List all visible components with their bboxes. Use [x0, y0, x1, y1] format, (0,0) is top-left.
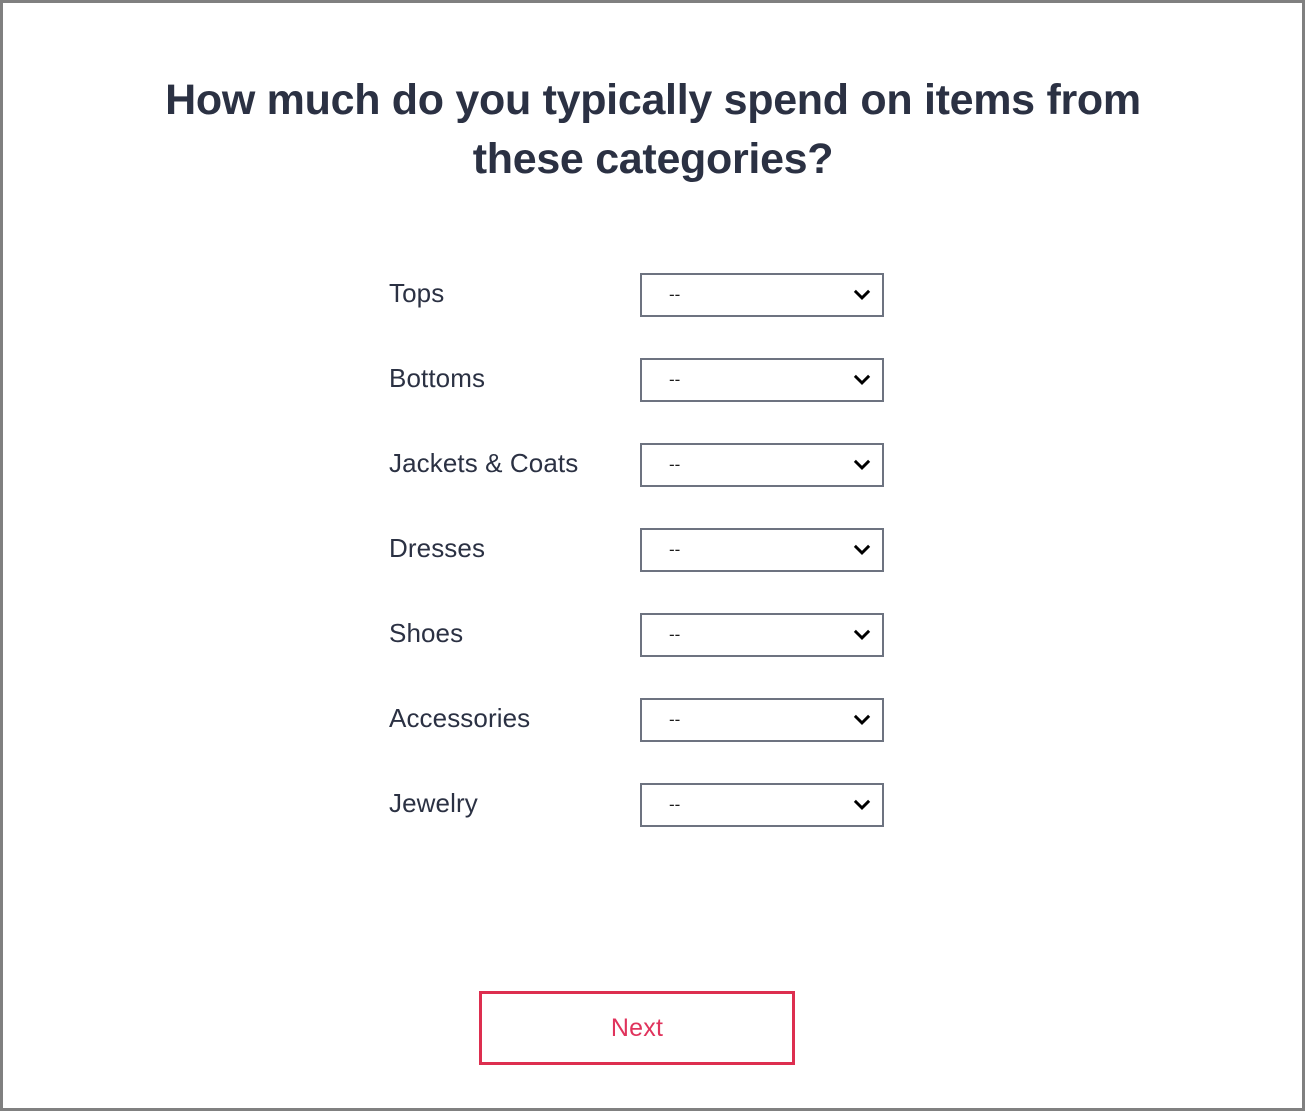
select-wrapper-tops[interactable]: -- — [640, 273, 884, 317]
form-row: Jackets & Coats -- — [389, 435, 889, 520]
select-bottoms[interactable]: -- — [642, 360, 882, 400]
select-wrapper-shoes[interactable]: -- — [640, 613, 884, 657]
form-row: Dresses -- — [389, 520, 889, 605]
form-row: Accessories -- — [389, 690, 889, 775]
form-row: Bottoms -- — [389, 350, 889, 435]
form-row: Jewelry -- — [389, 775, 889, 860]
label-tops: Tops — [389, 278, 445, 308]
label-jewelry: Jewelry — [389, 788, 478, 818]
select-wrapper-jewelry[interactable]: -- — [640, 783, 884, 827]
select-dresses[interactable]: -- — [642, 530, 882, 570]
form-row: Shoes -- — [389, 605, 889, 690]
spending-form: Tops -- Bottoms -- Jackets & Coats -- Dr… — [389, 265, 889, 860]
label-bottoms: Bottoms — [389, 363, 486, 393]
label-jackets-coats: Jackets & Coats — [389, 448, 579, 478]
select-tops[interactable]: -- — [642, 275, 882, 315]
form-row: Tops -- — [389, 265, 889, 350]
label-accessories: Accessories — [389, 703, 531, 733]
select-jackets-coats[interactable]: -- — [642, 445, 882, 485]
select-jewelry[interactable]: -- — [642, 785, 882, 825]
label-shoes: Shoes — [389, 618, 464, 648]
select-wrapper-accessories[interactable]: -- — [640, 698, 884, 742]
select-shoes[interactable]: -- — [642, 615, 882, 655]
page-title: How much do you typically spend on items… — [165, 76, 1141, 184]
survey-page: How much do you typically spend on items… — [3, 3, 1302, 1108]
page-frame: How much do you typically spend on items… — [0, 0, 1305, 1111]
label-dresses: Dresses — [389, 533, 486, 563]
select-accessories[interactable]: -- — [642, 700, 882, 740]
select-wrapper-bottoms[interactable]: -- — [640, 358, 884, 402]
select-wrapper-dresses[interactable]: -- — [640, 528, 884, 572]
next-button[interactable]: Next — [479, 991, 795, 1065]
select-wrapper-jackets-coats[interactable]: -- — [640, 443, 884, 487]
